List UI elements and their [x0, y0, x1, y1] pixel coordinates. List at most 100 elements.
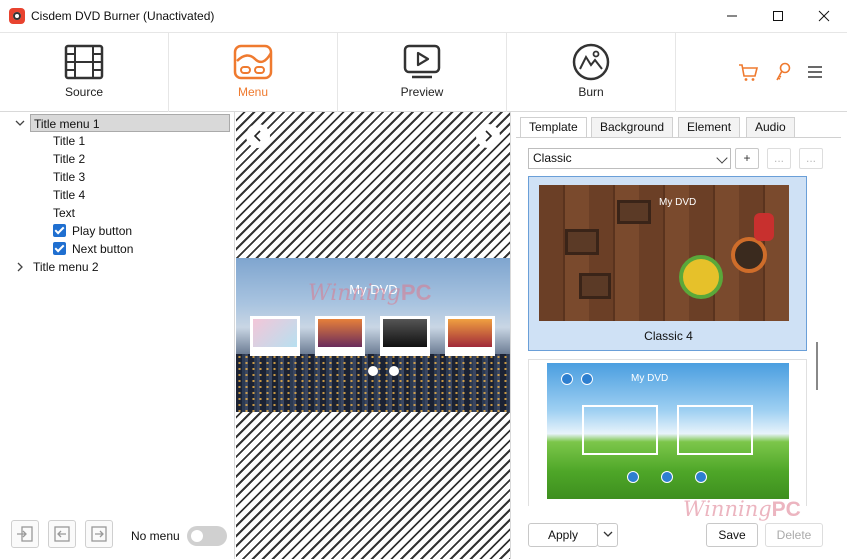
tab-divider — [516, 137, 841, 138]
card-menu-title: My DVD — [631, 373, 669, 384]
pot-decoration — [731, 237, 767, 273]
prev-page-button[interactable] — [246, 124, 270, 148]
tab-element[interactable]: Element — [678, 117, 741, 138]
arrow-right-box-icon — [91, 526, 107, 542]
pot-decoration — [679, 255, 723, 299]
chevron-down-icon — [716, 152, 728, 164]
play-monitor-icon — [403, 44, 441, 79]
tab-template[interactable]: Template — [520, 117, 587, 138]
minimize-button[interactable] — [709, 0, 755, 32]
tab-preview[interactable]: Preview — [338, 33, 507, 112]
tab-preview-label: Preview — [400, 85, 444, 99]
template-scrollbar-thumb[interactable] — [816, 342, 818, 390]
home-icon — [561, 373, 573, 385]
app-logo-icon — [9, 8, 25, 24]
more-button-2[interactable]: ... — [799, 148, 823, 169]
chevron-right-icon — [485, 130, 493, 142]
apply-button[interactable]: Apply — [528, 523, 598, 547]
template-thumbnail-classic-5: My DVD — [547, 363, 789, 499]
maximize-button[interactable] — [755, 0, 801, 32]
tree-item-title-3[interactable]: Title 3 — [53, 168, 85, 186]
move-right-button[interactable] — [85, 520, 113, 548]
maximize-icon — [773, 11, 783, 21]
next-icon — [695, 471, 707, 483]
chevron-right-icon[interactable] — [15, 262, 25, 272]
template-list: My DVD Classic 4 My DVD — [528, 176, 824, 506]
import-icon — [17, 526, 33, 542]
template-panel: Template Background Element Audio Classi… — [512, 112, 847, 559]
chevron-left-icon — [253, 130, 261, 142]
key-icon[interactable] — [772, 61, 794, 83]
tree-item-text[interactable]: Text — [53, 204, 75, 222]
title-thumbnail[interactable] — [380, 316, 430, 356]
photo-frame — [579, 273, 611, 299]
no-menu-label: No menu — [131, 529, 180, 543]
title-thumbnail[interactable] — [315, 316, 365, 356]
template-category-select[interactable]: Classic — [528, 148, 731, 169]
delete-button[interactable]: Delete — [765, 523, 823, 547]
watermark-text: Winning — [683, 497, 772, 521]
film-icon — [64, 44, 104, 80]
next-button-checkbox[interactable] — [53, 242, 66, 255]
watermark: WinningPC — [308, 280, 431, 306]
import-button[interactable] — [11, 520, 39, 548]
apply-dropdown-button[interactable] — [597, 523, 618, 547]
play-button-checkbox[interactable] — [53, 224, 66, 237]
chevron-down-icon — [603, 531, 612, 537]
move-left-button[interactable] — [48, 520, 76, 548]
title-thumbnail[interactable] — [250, 316, 300, 356]
tree-item-title-1[interactable]: Title 1 — [53, 132, 85, 150]
tab-menu-label: Menu — [237, 85, 269, 99]
no-menu-toggle[interactable] — [187, 526, 227, 546]
tree-item-title-menu-1[interactable]: Title menu 1 — [30, 114, 230, 132]
tab-burn[interactable]: Burn — [507, 33, 676, 112]
hamburger-menu-icon[interactable] — [804, 61, 826, 83]
prev-icon — [627, 471, 639, 483]
main-toolbar: Source Menu Preview Burn — [0, 32, 847, 112]
disc-icon — [572, 43, 610, 81]
tab-source-label: Source — [64, 85, 104, 99]
title-thumbnail[interactable] — [445, 316, 495, 356]
tab-source[interactable]: Source — [0, 33, 169, 112]
tree-item-title-2[interactable]: Title 2 — [53, 150, 85, 168]
template-thumbnail-classic-4: My DVD — [539, 185, 789, 321]
chevron-down-icon[interactable] — [15, 118, 25, 128]
tab-menu[interactable]: Menu — [169, 33, 338, 112]
minimize-icon — [727, 15, 737, 17]
tab-audio[interactable]: Audio — [746, 117, 795, 138]
title-bar: Cisdem DVD Burner (Unactivated) — [0, 0, 847, 32]
tab-background[interactable]: Background — [591, 117, 674, 138]
arrow-left-box-icon — [54, 526, 70, 542]
menu-template-icon — [233, 44, 273, 80]
next-control-icon[interactable] — [389, 366, 399, 376]
top-actions — [677, 33, 847, 112]
tab-burn-label: Burn — [578, 85, 604, 99]
back-icon — [581, 373, 593, 385]
menu-tree-panel: Title menu 1 Title 1 Title 2 Title 3 Tit… — [0, 112, 235, 559]
menu-preview-panel: My DVD WinningPC — [236, 112, 511, 559]
template-card-classic-4[interactable]: My DVD Classic 4 — [528, 176, 807, 351]
tree-item-play-button[interactable]: Play button — [72, 222, 132, 240]
close-button[interactable] — [801, 0, 847, 32]
save-button[interactable]: Save — [706, 523, 758, 547]
add-template-button[interactable]: + — [735, 148, 759, 169]
tree-item-title-menu-2[interactable]: Title menu 2 — [33, 258, 99, 276]
close-icon — [818, 10, 830, 22]
watermark-text-bold: PC — [400, 280, 432, 305]
template-scrollbar-track[interactable] — [808, 176, 822, 506]
photo-frame — [565, 229, 599, 255]
cart-icon[interactable] — [737, 61, 759, 83]
template-name: Classic 4 — [644, 329, 693, 343]
watermark-text-bold: PC — [771, 498, 801, 521]
photo-frame — [582, 405, 658, 455]
tree-item-title-4[interactable]: Title 4 — [53, 186, 85, 204]
next-page-button[interactable] — [476, 124, 500, 148]
city-lights — [236, 354, 510, 412]
play-control-icon[interactable] — [368, 366, 378, 376]
more-button-1[interactable]: ... — [767, 148, 791, 169]
photo-frame — [677, 405, 753, 455]
play-icon — [661, 471, 673, 483]
template-card-classic-5[interactable]: My DVD — [528, 359, 807, 506]
tree-item-next-button[interactable]: Next button — [72, 240, 133, 258]
watermark: WinningPC — [683, 497, 801, 522]
